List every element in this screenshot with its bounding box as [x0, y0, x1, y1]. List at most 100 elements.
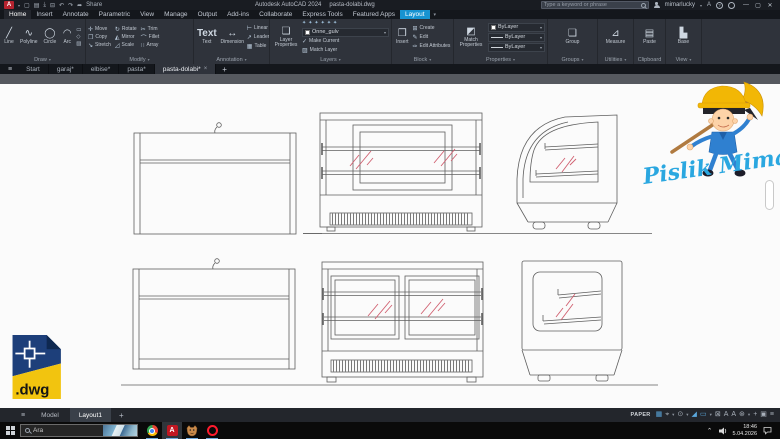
- help-search-input[interactable]: [544, 2, 639, 8]
- drawing-display-case-front-top[interactable]: [320, 113, 482, 231]
- open-file-icon[interactable]: ▤: [34, 2, 40, 9]
- properties-panel-label[interactable]: Properties▾: [454, 55, 547, 64]
- drawing-canvas[interactable]: Pislik Mimar: [0, 74, 780, 408]
- file-tab-elbise[interactable]: elbise*: [83, 64, 120, 74]
- polyline-button[interactable]: ∿ Polyline: [18, 20, 40, 54]
- settings-dropdown-icon[interactable]: ▾: [748, 412, 750, 418]
- edit-attributes-button[interactable]: ✑Edit Attributes: [413, 42, 451, 50]
- tab-output[interactable]: Output: [193, 10, 223, 19]
- tab-view[interactable]: View: [135, 10, 159, 19]
- new-drawing-button[interactable]: +: [216, 64, 233, 74]
- hatch-icon[interactable]: ▨: [76, 41, 81, 47]
- scale-button[interactable]: ◿Scale: [115, 41, 137, 49]
- clipboard-panel-label[interactable]: Clipboard: [634, 55, 665, 64]
- drawing-square-case-side-bottom[interactable]: [522, 261, 622, 381]
- tab-express-tools[interactable]: Express Tools: [297, 10, 347, 19]
- drawing-display-case-front-bottom[interactable]: [322, 262, 483, 382]
- fillet-button[interactable]: ⌒Fillet: [141, 33, 160, 41]
- polar-tracking-icon[interactable]: ⊙: [677, 411, 683, 419]
- tab-annotate[interactable]: Annotate: [58, 10, 94, 19]
- isodraft-icon[interactable]: ◢: [692, 411, 697, 419]
- draw-panel-label[interactable]: Draw▾: [0, 55, 85, 64]
- tab-collaborate[interactable]: Collaborate: [254, 10, 297, 19]
- line-button[interactable]: ╱ Line: [2, 20, 16, 54]
- help-icon[interactable]: ?: [716, 2, 723, 9]
- notification-center-icon[interactable]: [763, 426, 772, 435]
- snap-icon[interactable]: ⌖: [665, 411, 669, 419]
- annotation-visibility-icon[interactable]: A: [724, 411, 729, 419]
- close-button[interactable]: ✕: [764, 2, 776, 9]
- make-current-button[interactable]: ✓Make Current: [302, 38, 389, 46]
- customization-icon[interactable]: +: [753, 411, 757, 419]
- tab-parametric[interactable]: Parametric: [94, 10, 135, 19]
- layers-panel-label[interactable]: Layers▾: [270, 55, 391, 64]
- file-tabs-menu-icon[interactable]: ≡: [2, 64, 18, 74]
- mirror-button[interactable]: ◭Mirror: [115, 33, 137, 41]
- paper-space-label[interactable]: PAPER: [631, 412, 651, 418]
- logo-dropdown-icon[interactable]: ▾: [18, 3, 20, 8]
- modify-panel-label[interactable]: Modify▾: [86, 55, 193, 64]
- search-highlight-image[interactable]: [103, 424, 137, 437]
- user-dropdown-icon[interactable]: ▾: [700, 3, 702, 8]
- undo-icon[interactable]: ↶: [59, 2, 64, 9]
- search-icon[interactable]: [641, 3, 646, 8]
- tab-add-ins[interactable]: Add-ins: [222, 10, 254, 19]
- status-menu-icon[interactable]: ≡: [770, 411, 774, 419]
- dimension-button[interactable]: ↔ Dimension: [220, 20, 245, 54]
- measure-button[interactable]: ⊿ Measure: [604, 20, 627, 54]
- user-avatar-icon[interactable]: [654, 2, 660, 8]
- match-layer-button[interactable]: ▨Match Layer: [302, 46, 389, 54]
- file-tab-garaj[interactable]: garaj*: [49, 64, 83, 74]
- ellipse-icon[interactable]: ◇: [76, 34, 81, 40]
- layout1-tab[interactable]: Layout1: [70, 408, 111, 422]
- help-search-box[interactable]: [541, 1, 649, 9]
- block-panel-label[interactable]: Block▾: [392, 55, 453, 64]
- object-snap-tracking-icon[interactable]: ⊠: [715, 411, 721, 419]
- drawing-counter-back-bottom[interactable]: [133, 259, 295, 369]
- annotation-panel-label[interactable]: Annotation▾: [194, 55, 269, 64]
- grid-icon[interactable]: ▦: [656, 411, 663, 419]
- notifications-icon[interactable]: [728, 2, 735, 9]
- autocad-logo-icon[interactable]: A: [4, 1, 14, 9]
- table-button[interactable]: ▦Table: [247, 42, 267, 50]
- new-file-icon[interactable]: ▢: [24, 2, 30, 9]
- share-button[interactable]: Share: [86, 2, 102, 8]
- canvas-scrollbar[interactable]: [765, 180, 774, 210]
- file-tab-pasta[interactable]: pasta*: [119, 64, 154, 74]
- taskbar-clock[interactable]: 18:46 5.04.2026: [733, 424, 757, 437]
- drawing-curved-case-side-top[interactable]: [517, 115, 617, 229]
- new-layout-button[interactable]: +: [113, 411, 130, 420]
- share-icon[interactable]: ➦: [77, 2, 82, 9]
- start-button[interactable]: [0, 422, 20, 439]
- model-tab[interactable]: Model: [32, 408, 68, 422]
- taskbar-search-box[interactable]: [20, 424, 138, 437]
- volume-icon[interactable]: [719, 427, 727, 435]
- linear-button[interactable]: ⊢Linear: [247, 24, 267, 32]
- array-button[interactable]: ∷Array: [141, 41, 160, 49]
- layer-dropdown[interactable]: Onne_gulv ▾: [302, 28, 389, 37]
- stretch-button[interactable]: ↘Stretch: [88, 41, 111, 49]
- rotate-button[interactable]: ↻Rotate: [115, 25, 137, 33]
- groups-panel-label[interactable]: Groups▾: [548, 55, 597, 64]
- tray-expand-icon[interactable]: ⌃: [707, 427, 713, 435]
- tab-manage[interactable]: Manage: [159, 10, 193, 19]
- copy-button[interactable]: ❐Copy: [88, 33, 111, 41]
- tab-insert[interactable]: Insert: [31, 10, 57, 19]
- lineweight-dropdown[interactable]: ByLayer ▾: [488, 43, 545, 52]
- drawing-counter-back-top[interactable]: [134, 123, 322, 234]
- layer-on-icon[interactable]: ✦: [302, 20, 306, 26]
- layout-menu-icon[interactable]: ≡: [16, 412, 30, 419]
- chrome-taskbar-button[interactable]: [142, 422, 162, 439]
- ribbon-options-icon[interactable]: ▾: [430, 10, 441, 19]
- osnap-icon[interactable]: ▭: [700, 411, 707, 419]
- circle-button[interactable]: ◯ Circle: [42, 20, 59, 54]
- close-tab-icon[interactable]: ×: [204, 66, 208, 72]
- match-properties-button[interactable]: ◩ Match Properties: [456, 20, 486, 54]
- edit-block-button[interactable]: ✎Edit: [413, 33, 451, 41]
- file-tab-start[interactable]: Start: [18, 64, 49, 74]
- plot-icon[interactable]: ⊟: [50, 2, 55, 9]
- linetype-dropdown[interactable]: ByLayer ▾: [488, 33, 545, 42]
- gimp-taskbar-button[interactable]: [182, 422, 202, 439]
- minimize-button[interactable]: —: [740, 2, 752, 9]
- autocad-taskbar-button[interactable]: A: [162, 422, 182, 439]
